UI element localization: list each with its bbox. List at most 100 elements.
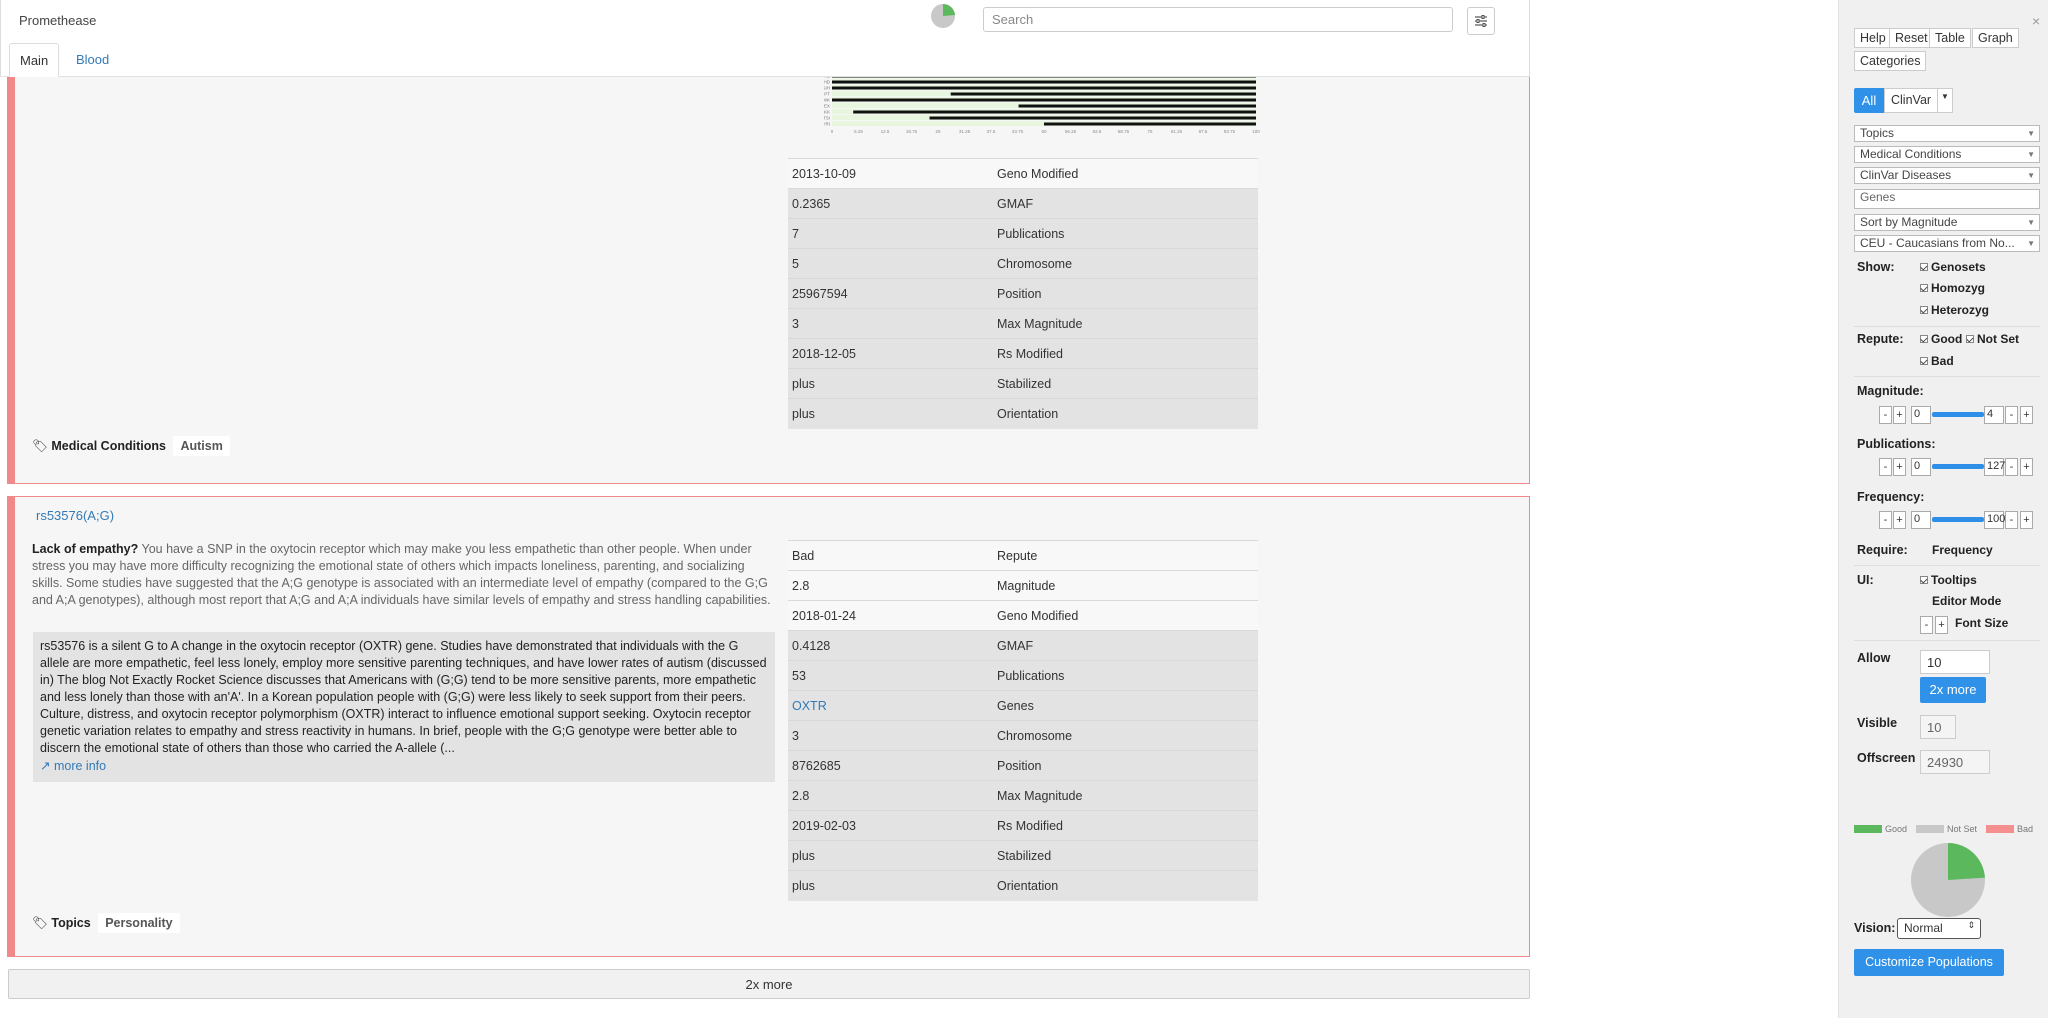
freq-bar [950, 92, 1256, 96]
property-key: Stabilized [993, 368, 1258, 399]
publications-max-decrement[interactable]: - [2005, 458, 2018, 476]
legend-good: Good [1885, 824, 1908, 834]
close-panel-icon[interactable]: × [2032, 13, 2040, 29]
property-row: plus Orientation [788, 398, 1258, 429]
frequency-max-decrement[interactable]: - [2005, 511, 2018, 529]
table-button[interactable]: Table [1929, 28, 1971, 48]
show-heterozyg-checkbox[interactable]: Heterozyg [1920, 303, 1989, 317]
property-row: 0.2365 GMAF [788, 188, 1258, 219]
medical-conditions-select[interactable]: Medical Conditions ▼ [1854, 146, 2040, 163]
property-value: 2013-10-09 [788, 158, 993, 189]
magnitude-min-increment[interactable]: + [1893, 406, 1906, 424]
show-genosets-checkbox[interactable]: Genosets [1920, 260, 1986, 274]
allow-more-button[interactable]: 2x more [1920, 677, 1986, 703]
snp-description-text: rs53576 is a silent G to A change in the… [40, 639, 767, 755]
tag-row: 🏷︎ Topics Personality [32, 913, 180, 933]
freq-tick-label: 56.25 [1065, 129, 1077, 134]
property-row: 2018-12-05 Rs Modified [788, 338, 1258, 369]
magnitude-max-decrement[interactable]: - [2005, 406, 2018, 424]
property-row: OXTR Genes [788, 690, 1258, 721]
frequency-slider[interactable] [1932, 517, 1984, 522]
font-size-decrement[interactable]: - [1920, 616, 1933, 634]
load-more-button[interactable]: 2x more [8, 969, 1530, 999]
magnitude-min-decrement[interactable]: - [1879, 406, 1892, 424]
external-link-icon[interactable]: ↗ [40, 759, 50, 773]
frequency-max-increment[interactable]: + [2020, 511, 2033, 529]
frequency-max-value[interactable]: 100 [1984, 511, 2005, 529]
require-frequency-checkbox[interactable]: Frequency [1932, 543, 1993, 557]
magnitude-slider[interactable] [1932, 412, 1984, 417]
font-size-increment[interactable]: + [1935, 616, 1948, 634]
tab-blood[interactable]: Blood [66, 43, 119, 77]
property-key: Position [993, 750, 1258, 781]
population-select[interactable]: CEU - Caucasians from No... ▼ [1854, 235, 2040, 252]
tag-personality[interactable]: Personality [98, 913, 180, 933]
publications-min-value[interactable]: 0 [1911, 458, 1931, 476]
population-frequency-chart: CEUCHBCHDGIHJPTLWKMEXMKKTSIYRI06.2512.51… [824, 77, 1260, 134]
categories-button[interactable]: Categories [1854, 51, 1927, 71]
repute-label: Repute: [1857, 332, 1904, 346]
frequency-min-value[interactable]: 0 [1911, 511, 1931, 529]
visible-value: 10 [1920, 715, 1956, 739]
genotype-summary: Lack of empathy? You have a SNP in the o… [32, 541, 772, 609]
vision-select[interactable]: Normal ⇕ [1897, 918, 1981, 939]
tag-label: Topics [51, 916, 91, 930]
show-label: Show: [1857, 260, 1895, 274]
tag-autism[interactable]: Autism [173, 436, 230, 456]
property-row: 3 Chromosome [788, 720, 1258, 751]
customize-populations-button[interactable]: Customize Populations [1854, 949, 2004, 976]
freq-tick-label: 18.75 [906, 129, 918, 134]
legend-bad-swatch [1986, 825, 2015, 833]
filter-dropdown-caret[interactable]: ▼ [1937, 88, 1953, 113]
sort-select[interactable]: Sort by Magnitude ▼ [1854, 214, 2040, 231]
frequency-min-decrement[interactable]: - [1879, 511, 1892, 529]
repute-bad-checkbox[interactable]: Bad [1920, 354, 1954, 368]
property-row: 5 Chromosome [788, 248, 1258, 279]
genes-input[interactable]: Genes [1854, 189, 2040, 209]
clinvar-diseases-select[interactable]: ClinVar Diseases ▼ [1854, 167, 2040, 184]
editor-mode-checkbox[interactable]: Editor Mode [1932, 594, 2001, 608]
publications-max-increment[interactable]: + [2020, 458, 2033, 476]
property-key: Stabilized [993, 840, 1258, 871]
freq-tick-label: 6.25 [854, 129, 863, 134]
property-value: plus [788, 840, 993, 871]
graph-button[interactable]: Graph [1972, 28, 2019, 48]
help-button[interactable]: Help [1854, 28, 1892, 48]
topics-select[interactable]: Topics ▼ [1854, 125, 2040, 142]
property-key: GMAF [993, 630, 1258, 661]
property-row: plus Stabilized [788, 840, 1258, 871]
allow-input[interactable]: 10 [1920, 650, 1990, 674]
magnitude-max-value[interactable]: 4 [1984, 406, 2004, 424]
magnitude-min-value[interactable]: 0 [1911, 406, 1931, 424]
repute-good-checkbox[interactable]: Good [1920, 332, 1962, 346]
property-value: 0.2365 [788, 188, 993, 219]
frequency-min-increment[interactable]: + [1893, 511, 1906, 529]
publications-max-value[interactable]: 127 [1984, 458, 2005, 476]
property-row: Bad Repute [788, 540, 1258, 571]
property-value: Bad [788, 540, 993, 571]
genotype-card: rs53576(A;G) Lack of empathy? You have a… [7, 496, 1530, 957]
publications-min-decrement[interactable]: - [1879, 458, 1892, 476]
freq-bar [1018, 104, 1256, 108]
property-value[interactable]: OXTR [788, 690, 993, 721]
tab-main[interactable]: Main [9, 43, 60, 77]
publications-min-increment[interactable]: + [1893, 458, 1906, 476]
summary-pie-icon[interactable] [930, 3, 956, 29]
reset-button[interactable]: Reset [1889, 28, 1934, 48]
magnitude-max-increment[interactable]: + [2020, 406, 2033, 424]
filter-settings-button[interactable] [1467, 7, 1495, 35]
property-row: 2018-01-24 Geno Modified [788, 600, 1258, 631]
property-key: Genes [993, 690, 1258, 721]
show-homozyg-checkbox[interactable]: Homozyg [1920, 281, 1985, 295]
tag-label: Medical Conditions [51, 439, 166, 453]
property-key: Orientation [993, 870, 1258, 901]
rsid-link[interactable]: rs53576(A;G) [36, 508, 114, 523]
filter-all-button[interactable]: All [1854, 88, 1884, 113]
more-info-link[interactable]: more info [54, 759, 106, 773]
publications-slider[interactable] [1932, 464, 1984, 469]
filter-clinvar-button[interactable]: ClinVar [1884, 88, 1939, 113]
freq-bar [1044, 122, 1256, 126]
repute-notset-checkbox[interactable]: Not Set [1966, 332, 2019, 346]
search-input[interactable] [983, 7, 1453, 32]
tooltips-checkbox[interactable]: Tooltips [1920, 573, 1977, 587]
